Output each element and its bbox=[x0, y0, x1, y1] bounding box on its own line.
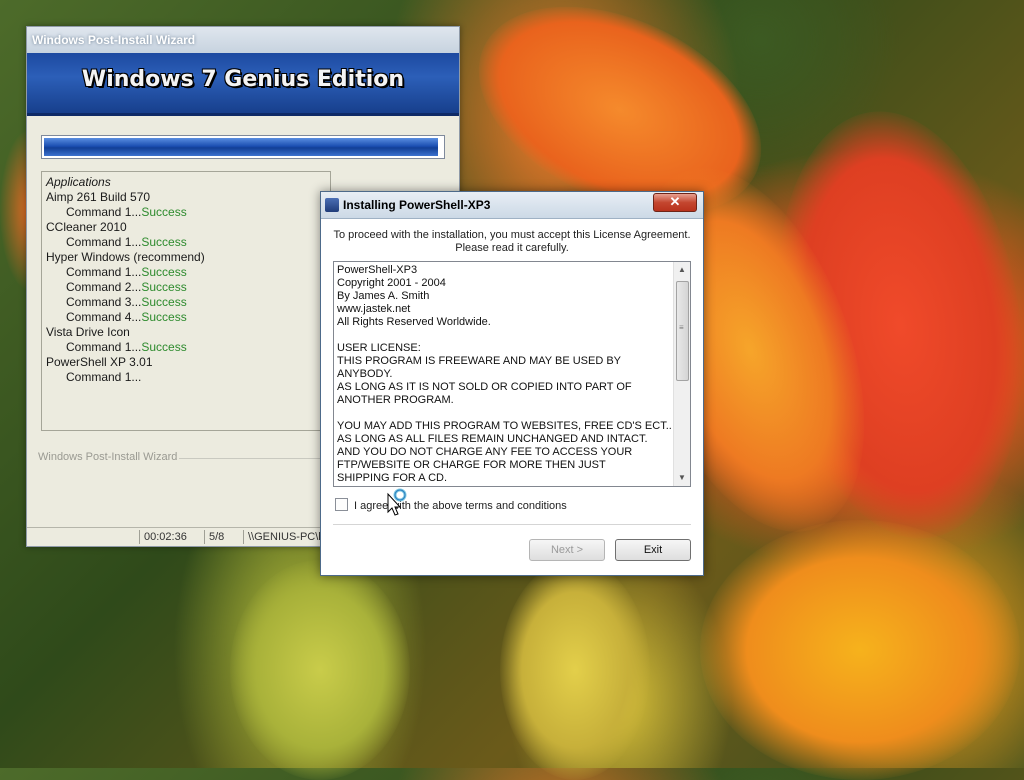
list-item-text: Command 1... bbox=[66, 370, 142, 384]
intro-line-2: Please read it carefully. bbox=[455, 242, 569, 254]
wizard-titlebar[interactable]: Windows Post-Install Wizard bbox=[27, 27, 459, 53]
dialog-title: Installing PowerShell-XP3 bbox=[343, 198, 491, 212]
list-item-text: Command 1... bbox=[66, 235, 142, 249]
list-item-app: Hyper Windows (recommend) bbox=[46, 250, 326, 265]
status-elapsed-time: 00:02:36 bbox=[139, 530, 196, 544]
list-item-text: CCleaner 2010 bbox=[46, 220, 127, 234]
banner-title: Windows 7 Genius Edition bbox=[81, 67, 405, 92]
progress-fill bbox=[44, 138, 439, 156]
wizard-title: Windows Post-Install Wizard bbox=[32, 33, 196, 47]
list-item-text: Vista Drive Icon bbox=[46, 325, 130, 339]
scroll-grip: ≡ bbox=[679, 323, 684, 332]
list-item-text: Hyper Windows (recommend) bbox=[46, 250, 205, 264]
up-arrow-icon[interactable]: ▲ bbox=[674, 262, 690, 278]
list-item-command: Command 1...Success bbox=[46, 265, 326, 280]
status-success: Success bbox=[141, 340, 187, 354]
list-header: Applications bbox=[46, 175, 326, 190]
status-success: Success bbox=[141, 280, 187, 294]
agree-checkbox[interactable] bbox=[335, 498, 348, 511]
list-item-text: Command 2... bbox=[66, 280, 142, 294]
license-scrollbar[interactable]: ▲ ≡ ▼ bbox=[673, 262, 690, 486]
list-item-text: Command 1... bbox=[66, 205, 142, 219]
license-textbox[interactable]: PowerShell-XP3 Copyright 2001 - 2004 By … bbox=[333, 261, 691, 487]
background-petal bbox=[500, 560, 650, 780]
status-success: Success bbox=[141, 235, 187, 249]
list-item-command: Command 4...Success bbox=[46, 310, 326, 325]
status-progress-count: 5/8 bbox=[204, 530, 245, 544]
application-list[interactable]: Applications Aimp 261 Build 570 Command 1.… bbox=[41, 171, 331, 431]
agree-checkbox-row[interactable]: I agree with the above terms and conditi… bbox=[335, 498, 567, 512]
license-dialog: Installing PowerShell-XP3 ✕ To proceed w… bbox=[320, 191, 704, 576]
down-arrow-icon[interactable]: ▼ bbox=[674, 470, 690, 486]
list-item-text: Command 3... bbox=[66, 295, 142, 309]
list-item-app: PowerShell XP 3.01 bbox=[46, 355, 326, 370]
list-item-text: PowerShell XP 3.01 bbox=[46, 355, 153, 369]
dialog-divider bbox=[333, 524, 691, 525]
status-success: Success bbox=[141, 205, 187, 219]
wizard-banner: Windows 7 Genius Edition bbox=[27, 53, 459, 116]
list-item-command: Command 1...Success bbox=[46, 340, 326, 355]
list-item-app: Aimp 261 Build 570 bbox=[46, 190, 326, 205]
list-item-text: Command 1... bbox=[66, 340, 142, 354]
list-item-command: Command 1...Success bbox=[46, 235, 326, 250]
install-progress-bar bbox=[41, 135, 445, 159]
fieldset-divider bbox=[179, 458, 325, 459]
list-item-command: Command 2...Success bbox=[46, 280, 326, 295]
status-path: \\GENIUS-PC\hu bbox=[243, 530, 328, 544]
status-success: Success bbox=[141, 265, 187, 279]
dialog-titlebar[interactable]: Installing PowerShell-XP3 ✕ bbox=[321, 192, 703, 219]
background-petal bbox=[700, 520, 1020, 780]
fieldset-label: Windows Post-Install Wizard bbox=[38, 451, 178, 463]
list-item-text: Command 4... bbox=[66, 310, 142, 324]
installer-icon bbox=[325, 198, 339, 212]
next-button[interactable]: Next > bbox=[529, 539, 605, 561]
list-item-command: Command 3...Success bbox=[46, 295, 326, 310]
status-success: Success bbox=[141, 295, 187, 309]
list-item-app: CCleaner 2010 bbox=[46, 220, 326, 235]
background-petal bbox=[230, 560, 410, 780]
license-text: PowerShell-XP3 Copyright 2001 - 2004 By … bbox=[337, 264, 672, 484]
busy-cursor-icon bbox=[387, 488, 407, 516]
list-item-text: Command 1... bbox=[66, 265, 142, 279]
list-item-app: Vista Drive Icon bbox=[46, 325, 326, 340]
list-item-text: Applications bbox=[46, 175, 111, 189]
list-item-command: Command 1...Success bbox=[46, 205, 326, 220]
exit-button[interactable]: Exit bbox=[615, 539, 691, 561]
scroll-thumb[interactable]: ≡ bbox=[676, 281, 689, 381]
close-button[interactable]: ✕ bbox=[653, 193, 697, 212]
status-success: Success bbox=[141, 310, 187, 324]
license-intro: To proceed with the installation, you mu… bbox=[329, 229, 695, 255]
list-item-command: Command 1... bbox=[46, 370, 326, 385]
list-item-text: Aimp 261 Build 570 bbox=[46, 190, 151, 204]
intro-line-1: To proceed with the installation, you mu… bbox=[333, 229, 691, 241]
